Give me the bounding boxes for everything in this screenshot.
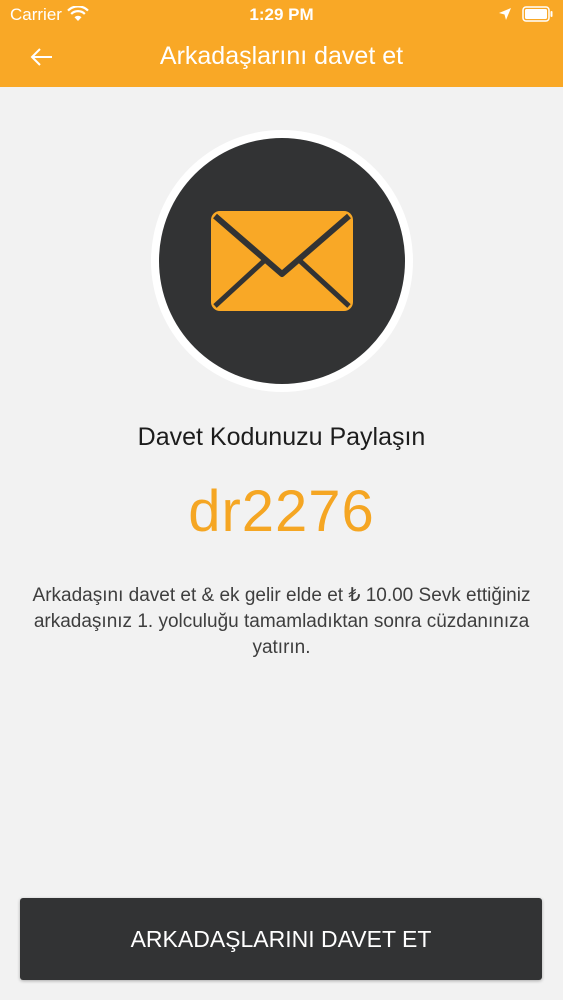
- status-time: 1:29 PM: [249, 5, 314, 24]
- app-header: Carrier 1:29 PM Arkadaşlarını davet et: [0, 0, 563, 87]
- nav-bar: Arkadaşlarını davet et: [0, 30, 563, 87]
- status-bar: Carrier 1:29 PM: [0, 0, 563, 30]
- location-icon: [499, 8, 511, 20]
- invite-code: dr2276: [188, 479, 375, 544]
- invite-description: Arkadaşını davet et & ek gelir elde et ₺…: [32, 585, 531, 658]
- envelope-icon: [211, 211, 353, 311]
- invite-friends-button[interactable]: ARKADAŞLARINI DAVET ET: [20, 898, 542, 980]
- page-title: Arkadaşlarını davet et: [159, 42, 404, 70]
- battery-icon: [522, 6, 553, 22]
- share-code-heading: Davet Kodunuzu Paylaşın: [137, 423, 426, 451]
